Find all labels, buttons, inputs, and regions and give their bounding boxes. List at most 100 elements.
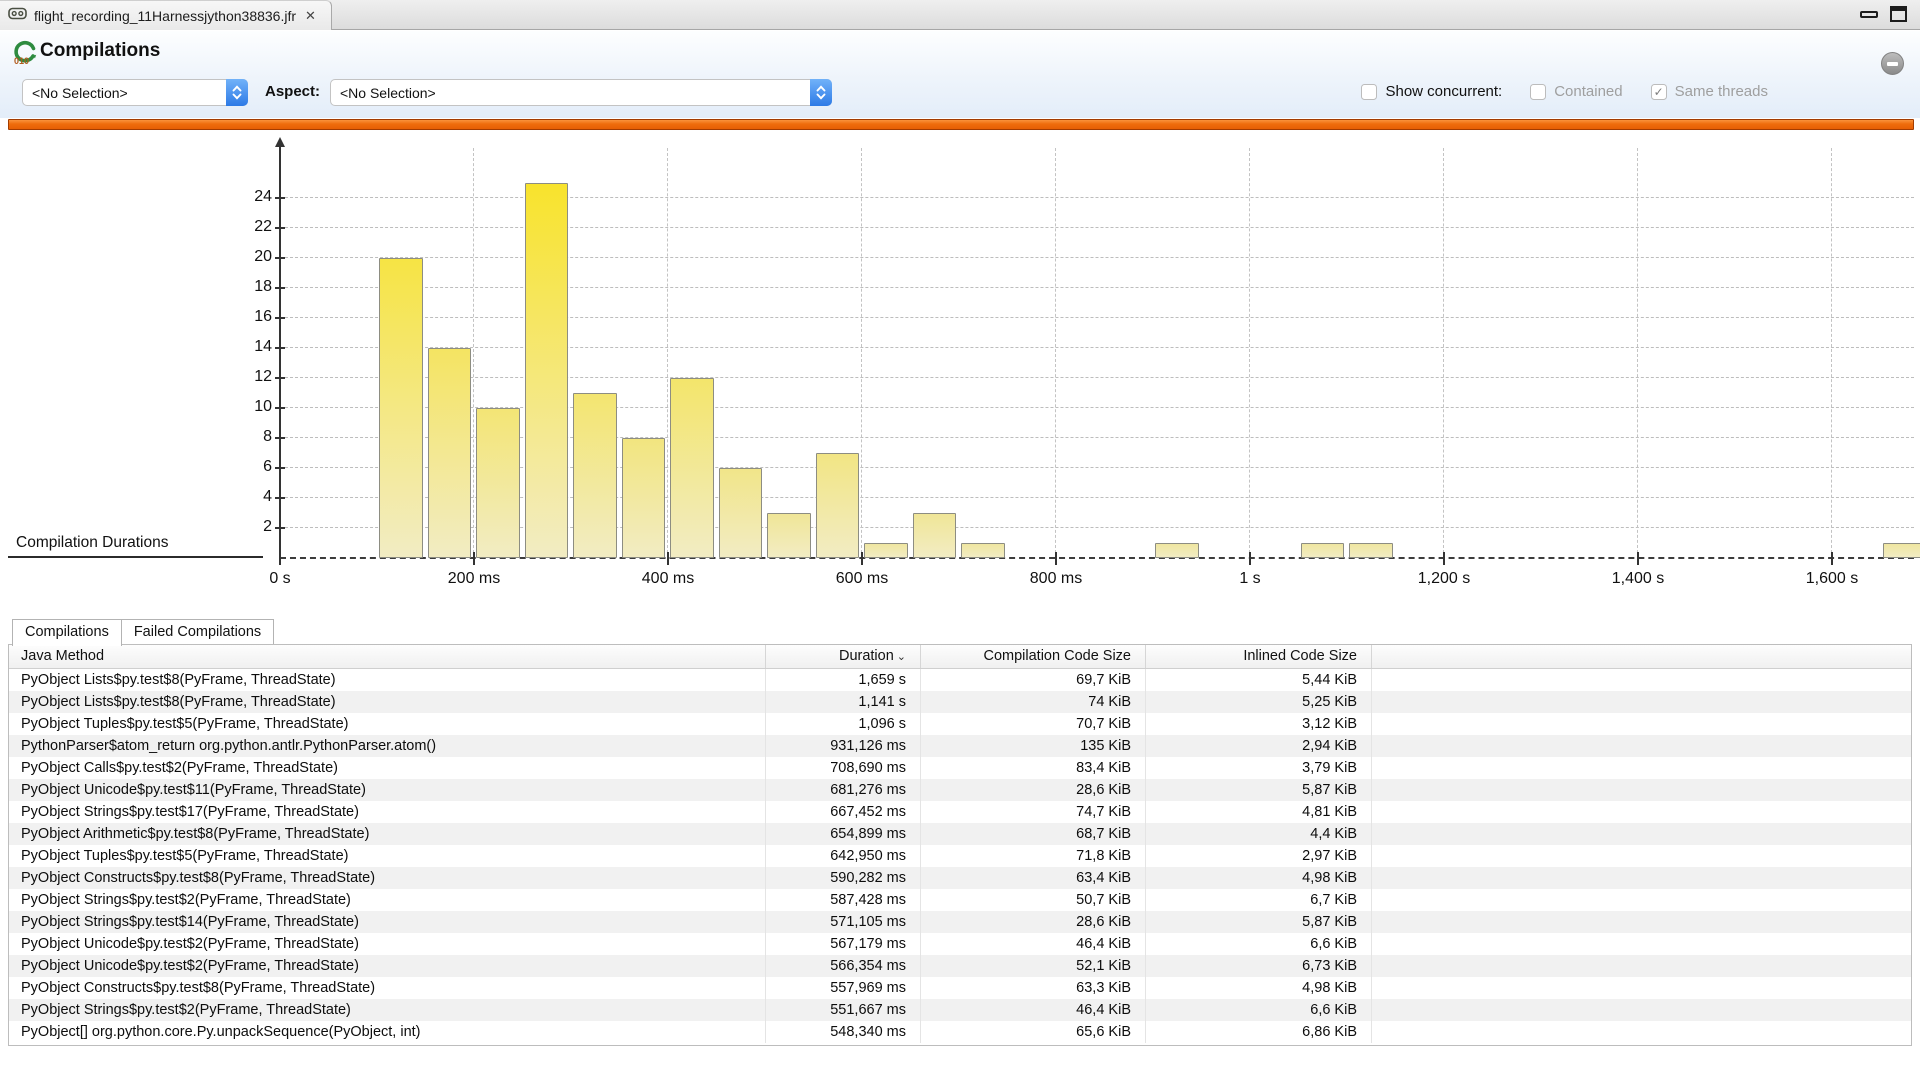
histogram-bar[interactable] (670, 378, 714, 558)
table-cell: 667,452 ms (766, 801, 921, 823)
histogram-bar[interactable] (767, 513, 811, 558)
table-cell: PyObject Strings$py.test$2(PyFrame, Thre… (9, 889, 766, 911)
histogram-bar[interactable] (1349, 543, 1393, 558)
table-row[interactable]: PyObject[] org.python.core.Py.unpackSequ… (9, 1021, 1911, 1043)
histogram-bar[interactable] (428, 348, 472, 558)
table-row[interactable]: PyObject Strings$py.test$17(PyFrame, Thr… (9, 801, 1911, 823)
gridline (1443, 148, 1444, 558)
timeline-range-selector[interactable] (8, 119, 1914, 130)
table-row[interactable]: PyObject Constructs$py.test$8(PyFrame, T… (9, 867, 1911, 889)
result-tabs: Compilations Failed Compilations (12, 619, 274, 646)
table-cell: PythonParser$atom_return org.python.antl… (9, 735, 766, 757)
same-threads-checkbox: ✓ (1651, 84, 1667, 100)
gridline (861, 148, 862, 558)
table-cell: 4,81 KiB (1146, 801, 1372, 823)
table-row[interactable]: PyObject Strings$py.test$2(PyFrame, Thre… (9, 889, 1911, 911)
y-tick-label: 16 (226, 308, 272, 326)
histogram-bar[interactable] (1301, 543, 1345, 558)
table-cell: PyObject[] org.python.core.Py.unpackSequ… (9, 1021, 766, 1043)
column-header-duration[interactable]: Duration⌄ (766, 645, 921, 668)
table-cell: 68,7 KiB (921, 823, 1146, 845)
show-concurrent-checkbox[interactable] (1361, 84, 1377, 100)
gridline (1637, 148, 1638, 558)
x-axis-tick (1637, 552, 1639, 565)
table-cell-filler (1372, 779, 1911, 801)
y-tick-label: 2 (226, 518, 272, 536)
y-tick-label: 4 (226, 488, 272, 506)
y-tick-label: 18 (226, 278, 272, 296)
svg-text:010: 010 (14, 56, 29, 65)
table-cell-filler (1372, 933, 1911, 955)
x-axis-tick (279, 552, 281, 565)
editor-tab[interactable]: flight_recording_11Harnessjython38836.jf… (0, 0, 332, 30)
collapse-button[interactable] (1881, 52, 1904, 75)
histogram-bar[interactable] (719, 468, 763, 558)
table-cell: 6,6 KiB (1146, 933, 1372, 955)
histogram-bar[interactable] (573, 393, 617, 558)
tab-compilations[interactable]: Compilations (12, 619, 122, 646)
table-cell: 74 KiB (921, 691, 1146, 713)
contained-label: Contained (1554, 83, 1622, 100)
table-row[interactable]: PyObject Calls$py.test$2(PyFrame, Thread… (9, 757, 1911, 779)
selection-dropdown[interactable]: <No Selection> (22, 79, 248, 106)
table-cell-filler (1372, 955, 1911, 977)
aspect-dropdown[interactable]: <No Selection> (330, 79, 832, 106)
table-cell: PyObject Constructs$py.test$8(PyFrame, T… (9, 977, 766, 999)
histogram-bar[interactable] (379, 258, 423, 558)
table-cell: PyObject Tuples$py.test$5(PyFrame, Threa… (9, 713, 766, 735)
table-row[interactable]: PyObject Tuples$py.test$5(PyFrame, Threa… (9, 713, 1911, 735)
table-cell: PyObject Calls$py.test$2(PyFrame, Thread… (9, 757, 766, 779)
x-axis-tick (667, 552, 669, 565)
table-cell: 6,6 KiB (1146, 999, 1372, 1021)
table-row[interactable]: PyObject Unicode$py.test$11(PyFrame, Thr… (9, 779, 1911, 801)
table-cell: 28,6 KiB (921, 779, 1146, 801)
close-icon[interactable]: ✕ (305, 8, 316, 24)
table-row[interactable]: PyObject Lists$py.test$8(PyFrame, Thread… (9, 691, 1911, 713)
table-cell-filler (1372, 999, 1911, 1021)
column-header-compilation-code-size[interactable]: Compilation Code Size (921, 645, 1146, 668)
table-cell: 708,690 ms (766, 757, 921, 779)
column-header-java-method[interactable]: Java Method (9, 645, 766, 668)
table-cell: 571,105 ms (766, 911, 921, 933)
y-axis-tick (275, 227, 285, 229)
histogram-bar[interactable] (1155, 543, 1199, 558)
histogram-bar[interactable] (525, 183, 569, 558)
tab-failed-compilations[interactable]: Failed Compilations (122, 619, 274, 644)
histogram-bar[interactable] (913, 513, 957, 558)
editor-tab-title: flight_recording_11Harnessjython38836.jf… (34, 8, 296, 24)
table-row[interactable]: PyObject Strings$py.test$2(PyFrame, Thre… (9, 999, 1911, 1021)
sort-descending-icon: ⌄ (897, 651, 906, 663)
table-cell: 69,7 KiB (921, 669, 1146, 691)
table-row[interactable]: PyObject Unicode$py.test$2(PyFrame, Thre… (9, 955, 1911, 977)
table-cell: 70,7 KiB (921, 713, 1146, 735)
histogram-bar[interactable] (1883, 543, 1920, 558)
histogram-bar[interactable] (816, 453, 860, 558)
table-cell: 548,340 ms (766, 1021, 921, 1043)
gridline (473, 148, 474, 558)
aspect-dropdown-value: <No Selection> (331, 85, 810, 101)
column-header-inlined-code-size[interactable]: Inlined Code Size (1146, 645, 1372, 668)
table-cell-filler (1372, 823, 1911, 845)
table-cell: 1,096 s (766, 713, 921, 735)
table-row[interactable]: PythonParser$atom_return org.python.antl… (9, 735, 1911, 757)
table-row[interactable]: PyObject Unicode$py.test$2(PyFrame, Thre… (9, 933, 1911, 955)
compilations-icon: 010 (12, 39, 38, 70)
histogram-bar[interactable] (622, 438, 666, 558)
histogram-bar[interactable] (961, 543, 1005, 558)
dropdown-spinner-icon[interactable] (810, 79, 832, 106)
minimize-icon[interactable] (1860, 11, 1878, 18)
table-cell: 135 KiB (921, 735, 1146, 757)
dropdown-spinner-icon[interactable] (226, 79, 248, 106)
maximize-icon[interactable] (1890, 6, 1907, 22)
table-row[interactable]: PyObject Arithmetic$py.test$8(PyFrame, T… (9, 823, 1911, 845)
table-row[interactable]: PyObject Strings$py.test$14(PyFrame, Thr… (9, 911, 1911, 933)
table-cell-filler (1372, 867, 1911, 889)
histogram-bar[interactable] (864, 543, 908, 558)
table-row[interactable]: PyObject Constructs$py.test$8(PyFrame, T… (9, 977, 1911, 999)
histogram-bar[interactable] (476, 408, 520, 558)
table-cell: 2,94 KiB (1146, 735, 1372, 757)
x-tick-label: 400 ms (603, 570, 733, 588)
table-row[interactable]: PyObject Lists$py.test$8(PyFrame, Thread… (9, 669, 1911, 691)
y-axis-tick (275, 437, 285, 439)
table-row[interactable]: PyObject Tuples$py.test$5(PyFrame, Threa… (9, 845, 1911, 867)
